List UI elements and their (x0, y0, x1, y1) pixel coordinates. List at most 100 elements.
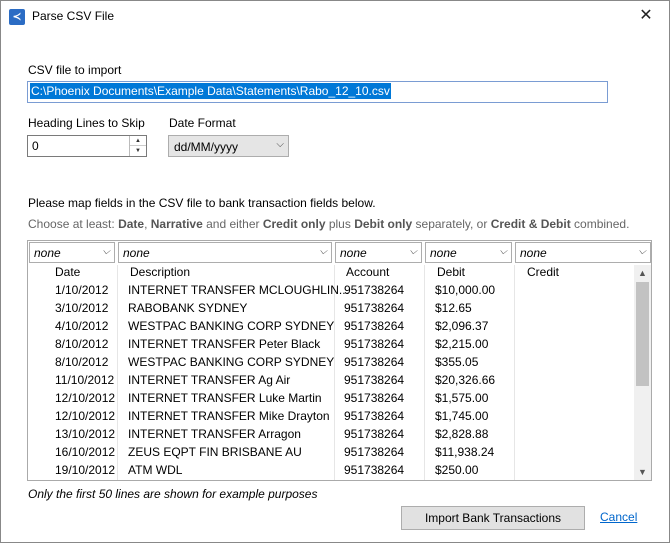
heading-lines-spinner[interactable]: 0 ▲ ▼ (27, 135, 147, 157)
cell-account: 951738264 (344, 391, 405, 405)
table-row: 8/10/2012 WESTPAC BANKING CORP SYDNEY 9517… (28, 353, 628, 371)
cell-date: 12/10/2012 (55, 391, 116, 405)
cell-debit: $11,938.24 (435, 445, 495, 459)
cell-description: WESTPAC BANKING CORP SYDNEY (128, 319, 335, 333)
date-format-value: dd/MM/yyyy (174, 140, 239, 154)
close-icon[interactable]: ✕ (623, 1, 669, 31)
hint-debit-only: Debit only (354, 217, 413, 231)
cell-description: ZEUS EQPT FIN BRISBANE AU (128, 445, 302, 459)
hint-text: combined. (570, 217, 630, 231)
table-row: 16/10/2012 ZEUS EQPT FIN BRISBANE AU 95173… (28, 443, 628, 461)
cell-debit: $1,575.00 (435, 391, 489, 405)
cell-account: 951738264 (344, 337, 405, 351)
cell-description: INTERNET TRANSFER Ag Air (128, 373, 291, 387)
chevron-down-icon: ⌵ (276, 139, 284, 150)
table-row: 1/10/2012 INTERNET TRANSFER MCLOUGHLIN...… (28, 281, 628, 299)
scroll-down-icon[interactable]: ▼ (634, 464, 651, 480)
title-bar: ≺ Parse CSV File ✕ (1, 1, 669, 31)
chevron-down-icon: ⌵ (638, 246, 646, 257)
cell-account: 951738264 (344, 373, 405, 387)
cell-date: 11/10/2012 (55, 373, 115, 387)
hint-date: Date (118, 217, 145, 231)
cell-date: 4/10/2012 (55, 319, 109, 333)
map-select-date[interactable]: none ⌵ (29, 242, 115, 263)
cell-debit: $20,326.66 (435, 373, 496, 387)
cell-account: 951738264 (344, 427, 405, 441)
cell-account: 951738264 (344, 301, 405, 315)
cell-description: INTERNET TRANSFER Luke Martin (128, 391, 322, 405)
table-row: 12/10/2012 INTERNET TRANSFER Luke Martin 9… (28, 389, 628, 407)
csv-path-input[interactable]: C:\Phoenix Documents\Example Data\Statem… (27, 81, 608, 103)
map-select-value: none (340, 246, 367, 260)
hint-credit-only: Credit only (262, 217, 326, 231)
map-select-value: none (34, 246, 61, 260)
cell-account: 951738264 (344, 355, 405, 369)
cell-date: 13/10/2012 (55, 427, 116, 441)
cell-debit: $2,215.00 (435, 337, 489, 351)
table-row: 8/10/2012 INTERNET TRANSFER Peter Black 95… (28, 335, 628, 353)
cell-description: INTERNET TRANSFER Arragon (128, 427, 301, 441)
import-bank-transactions-button[interactable]: Import Bank Transactions (401, 506, 585, 530)
column-header-credit: Credit (527, 265, 560, 279)
vertical-scrollbar[interactable]: ▲ ▼ (634, 265, 651, 480)
map-select-value: none (520, 246, 547, 260)
cell-date: 1/10/2012 (55, 283, 109, 297)
cell-date: 16/10/2012 (55, 445, 116, 459)
map-instructions: Please map fields in the CSV file to ban… (28, 196, 376, 210)
column-header-date: Date (55, 265, 81, 279)
cell-account: 951738264 (344, 445, 405, 459)
chevron-down-icon: ⌵ (409, 246, 417, 257)
hint-text: Choose at least: (28, 217, 119, 231)
cell-account: 951738264 (344, 463, 405, 477)
csv-preview-grid: none ⌵ none ⌵ none ⌵ none ⌵ none ⌵ Date … (27, 240, 652, 481)
cell-description: RABOBANK SYDNEY (128, 301, 248, 315)
spin-up-icon[interactable]: ▲ (130, 136, 146, 146)
field-requirements-hint: Choose at least: Date, Narrative and eit… (28, 217, 629, 231)
cell-debit: $2,096.37 (435, 319, 489, 333)
hint-text: separately, or (412, 217, 491, 231)
column-header-description: Description (130, 265, 191, 279)
scrollbar-thumb[interactable] (636, 282, 649, 386)
map-select-credit[interactable]: none ⌵ (515, 242, 651, 263)
hint-narrative: Narrative (150, 217, 203, 231)
map-select-debit[interactable]: none ⌵ (425, 242, 512, 263)
hint-text: , (144, 217, 151, 231)
chevron-down-icon: ⌵ (102, 246, 110, 257)
parse-csv-dialog: ≺ Parse CSV File ✕ CSV file to import C:… (0, 0, 670, 543)
cell-date: 8/10/2012 (55, 337, 109, 351)
hint-text: and either (202, 217, 263, 231)
cell-debit: $12.65 (435, 301, 472, 315)
table-row: 19/10/2012 ATM WDL 951738264 $250.00 (28, 461, 628, 479)
table-row: 13/10/2012 INTERNET TRANSFER Arragon 95173… (28, 425, 628, 443)
map-select-value: none (123, 246, 150, 260)
table-row: 3/10/2012 RABOBANK SYDNEY 951738264 $12.65 (28, 299, 628, 317)
cancel-link[interactable]: Cancel (600, 510, 637, 524)
map-select-description[interactable]: none ⌵ (118, 242, 332, 263)
cell-date: 19/10/2012 (55, 463, 116, 477)
cell-description: ATM WDL (128, 463, 183, 477)
cell-date: 8/10/2012 (55, 355, 109, 369)
spin-down-icon[interactable]: ▼ (130, 146, 146, 156)
cell-description: WESTPAC BANKING CORP SYDNEY (128, 355, 335, 369)
cell-debit: $10,000.00 (435, 283, 496, 297)
window-title: Parse CSV File (32, 9, 115, 23)
cell-account: 951738264 (344, 283, 405, 297)
map-select-account[interactable]: none ⌵ (335, 242, 422, 263)
table-row: 11/10/2012 INTERNET TRANSFER Ag Air 951738… (28, 371, 628, 389)
cell-date: 3/10/2012 (55, 301, 109, 315)
cell-debit: $355.05 (435, 355, 479, 369)
column-header-account: Account (346, 265, 390, 279)
scroll-up-icon[interactable]: ▲ (634, 265, 651, 282)
chevron-down-icon: ⌵ (319, 246, 327, 257)
date-format-select[interactable]: dd/MM/yyyy ⌵ (168, 135, 289, 157)
heading-lines-label: Heading Lines to Skip (28, 116, 145, 130)
csv-file-label: CSV file to import (28, 63, 122, 77)
chevron-down-icon: ⌵ (499, 246, 507, 257)
map-select-value: none (430, 246, 457, 260)
app-icon: ≺ (9, 9, 25, 25)
cell-description: INTERNET TRANSFER Mike Drayton (128, 409, 330, 423)
table-row: 12/10/2012 INTERNET TRANSFER Mike Drayton… (28, 407, 628, 425)
table-row: 4/10/2012 WESTPAC BANKING CORP SYDNEY 9517… (28, 317, 628, 335)
cell-description: INTERNET TRANSFER Peter Black (128, 337, 321, 351)
cell-debit: $1,745.00 (435, 409, 489, 423)
